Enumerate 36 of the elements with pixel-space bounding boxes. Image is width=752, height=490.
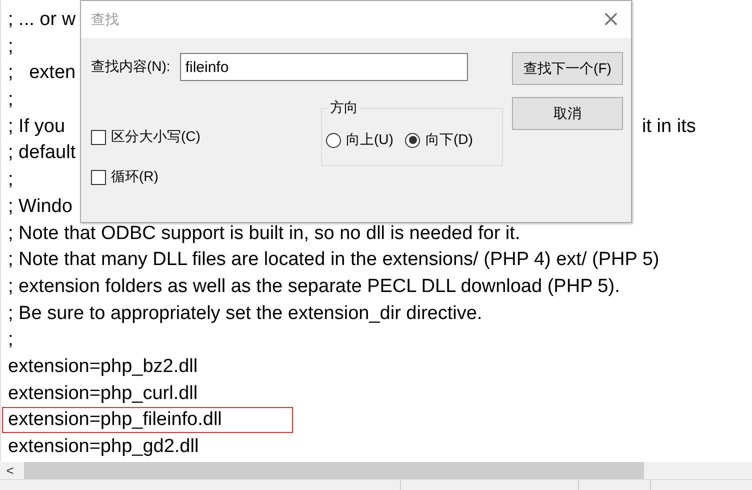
dialog-title: 查找 [91,10,119,28]
code-line: ; [8,34,14,59]
find-input-field[interactable]: fileinfo [180,53,468,81]
group-label: 方向 [328,99,360,117]
code-line: ; default [8,141,76,166]
code-line: ; [8,168,14,192]
code-line: ; Be sure to appropriately set the extension_dir directive. [8,302,482,326]
code-line: ; ... or w [8,8,76,32]
checkbox[interactable] [91,130,106,144]
code-line: ; exten [8,61,76,86]
radio-button[interactable] [326,132,341,148]
close-button[interactable]: × [591,1,631,38]
code-line: ; Windo [8,194,72,219]
horizontal-scrollbar[interactable]: < [0,462,752,479]
code-line: ; extension folders as well as the separate PECL DLL download (PHP 5). [8,274,620,299]
code-line: ; If you [8,114,66,139]
checkbox-label[interactable]: 区分大小写(C) [111,128,200,146]
code-line: it in its [642,114,696,139]
code-line: ; [8,88,14,112]
find-label: 查找内容(N): [91,58,170,76]
radio-button[interactable] [405,132,420,148]
code-line: ; Note that many DLL files are located in the extensions/ (PHP 4) ext/ (PHP 5) [8,248,660,272]
code-line: extension=php_curl.dll [8,382,198,406]
scroll-left-button[interactable]: < [0,462,20,479]
radio-label[interactable]: 向上(U) [346,131,394,149]
checkbox[interactable] [91,170,106,184]
dialog-button[interactable]: 查找下一个(F) [512,52,623,85]
dialog-button[interactable]: 取消 [512,97,623,130]
scrollbar-thumb[interactable] [24,462,644,479]
code-line: extension=php_fileinfo.dll [3,408,292,432]
code-line: extension=php_gd2.dll [8,435,199,459]
radio-label[interactable]: 向下(D) [425,131,473,149]
code-line: ; Note that ODBC support is built in, so no dll is needed for it. [8,222,520,246]
checkbox-label[interactable]: 循环(R) [111,168,158,186]
code-line: ; [8,328,14,352]
code-line: extension=php_bz2.dll [8,354,198,379]
